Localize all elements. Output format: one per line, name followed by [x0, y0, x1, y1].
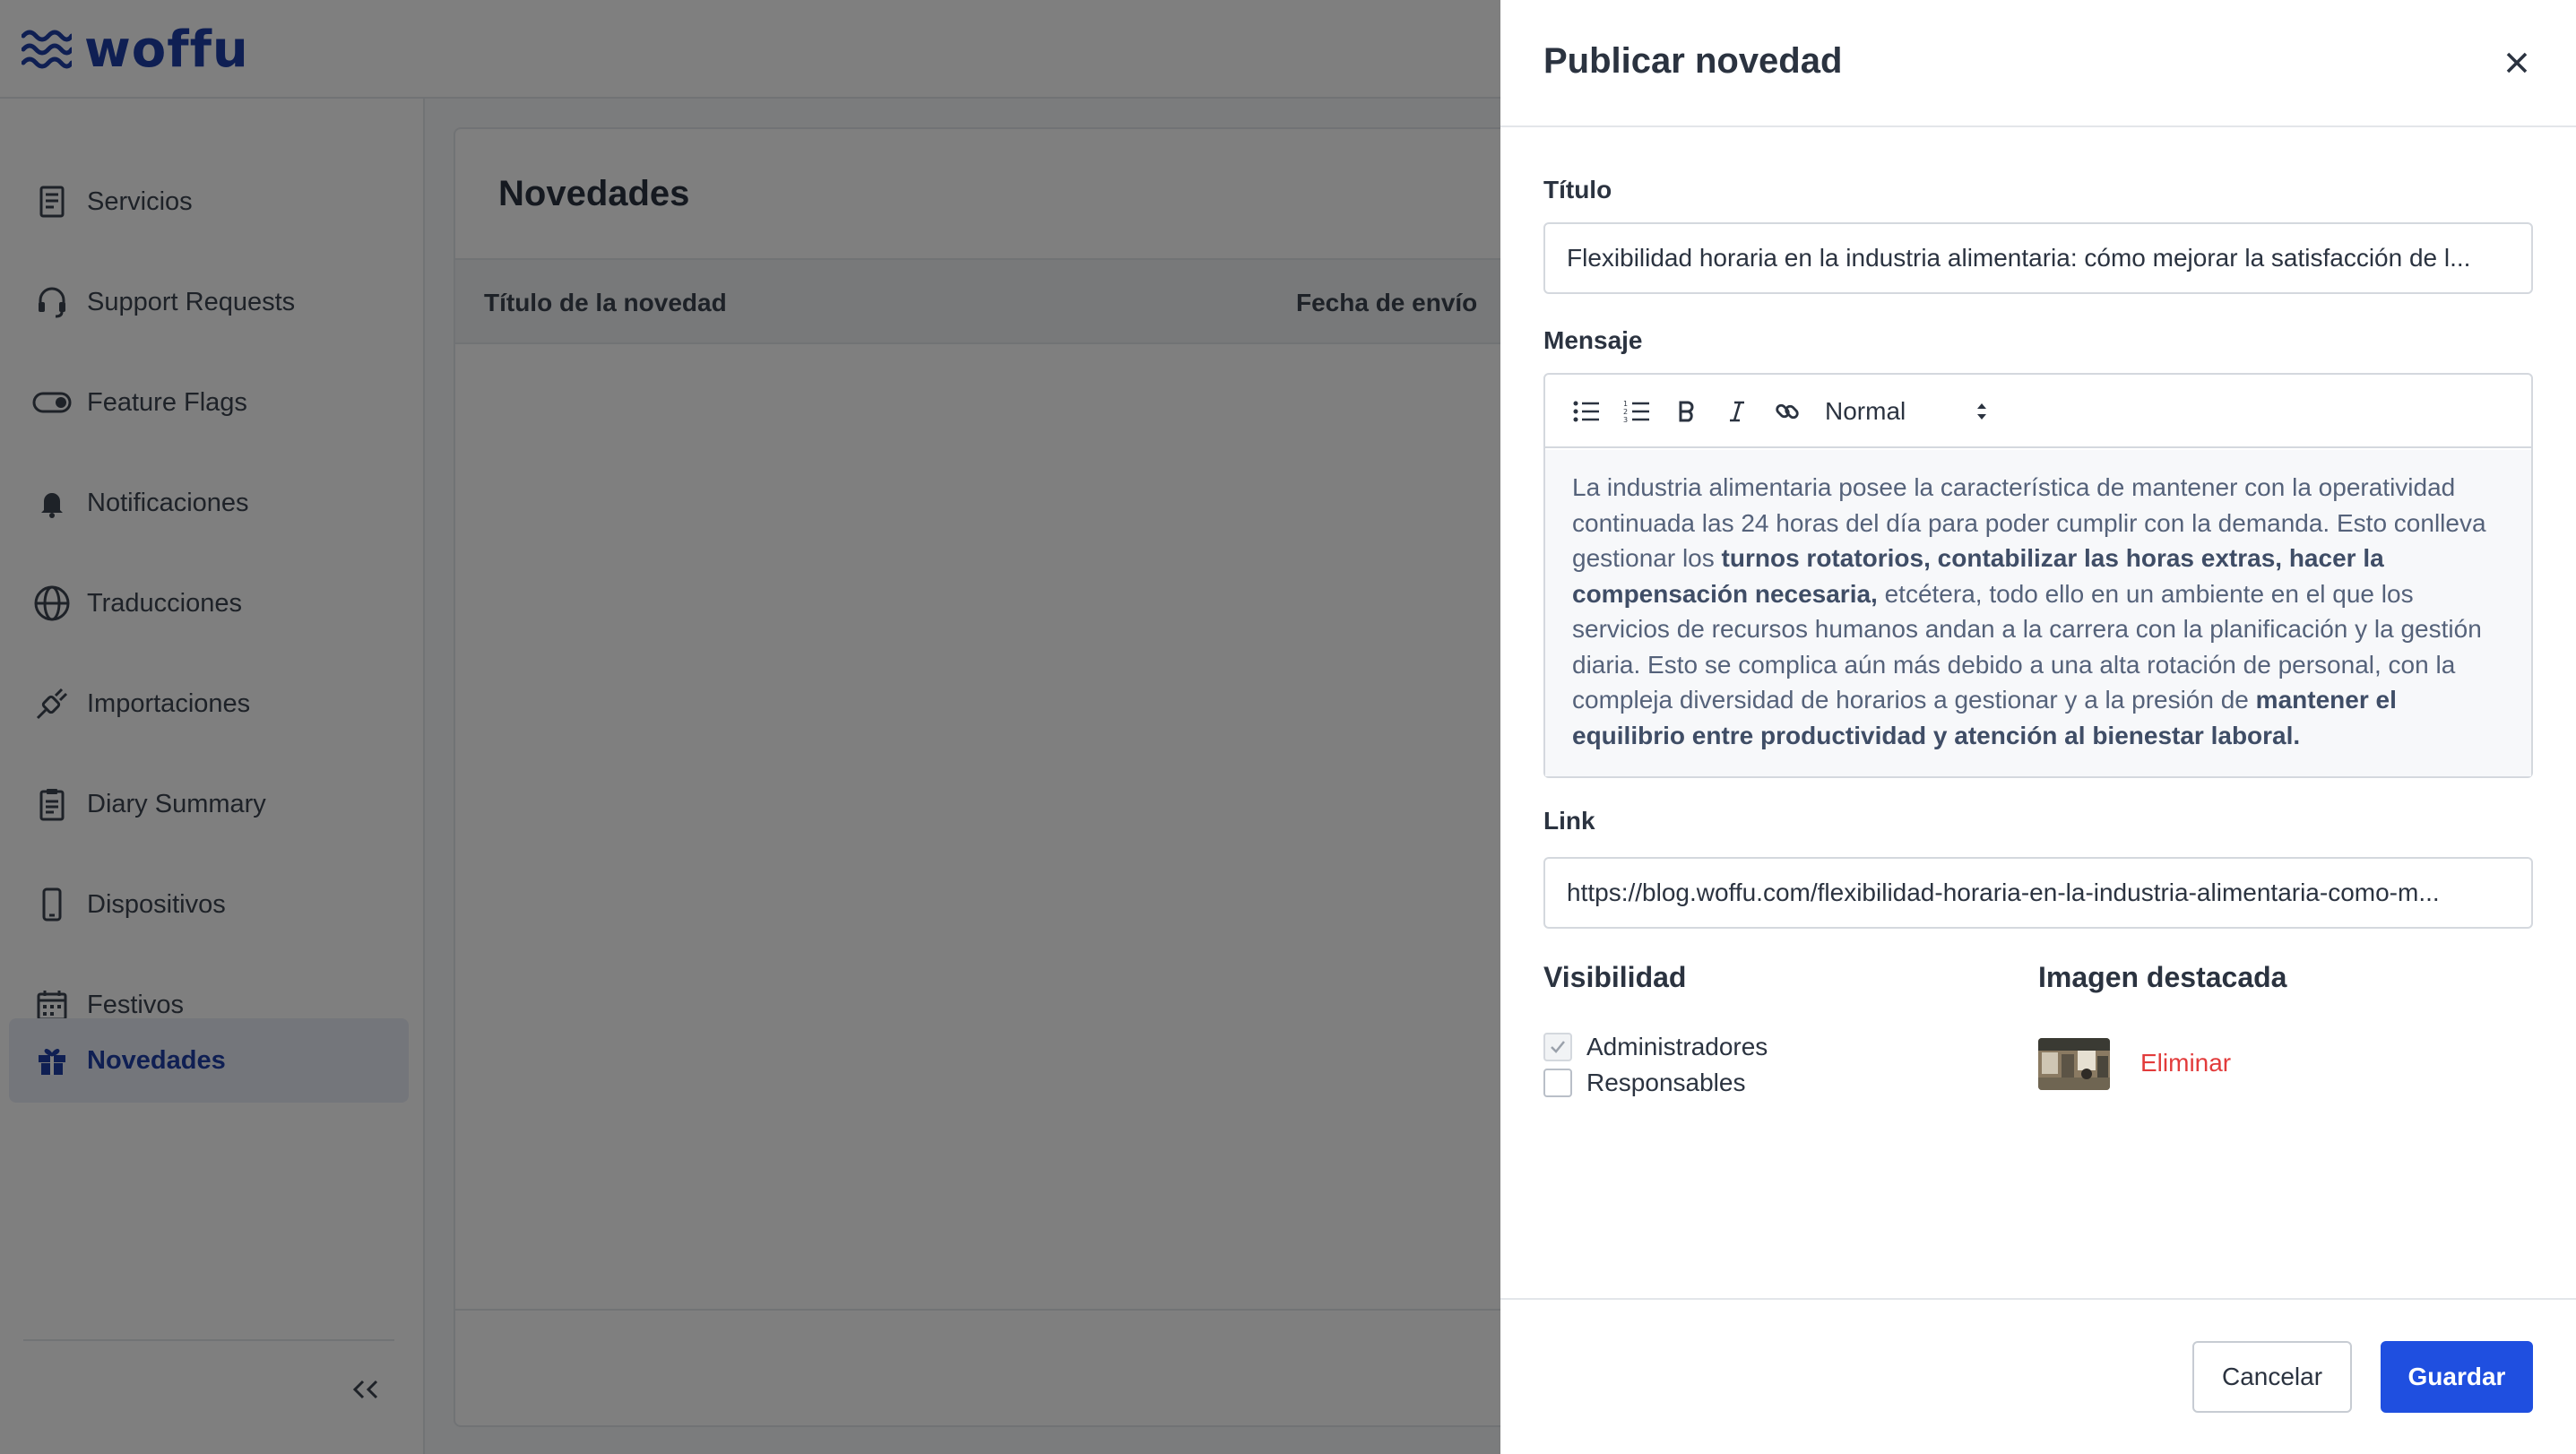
close-icon	[2506, 52, 2528, 74]
message-editor: 123 Normal La industria alimentaria pose…	[1543, 373, 2533, 778]
visibility-label: Visibilidad	[1543, 961, 1687, 993]
editor-toolbar: 123 Normal	[1545, 375, 2531, 448]
featured-image-label: Imagen destacada	[2038, 961, 2287, 993]
close-button[interactable]	[2495, 41, 2538, 84]
title-field-label: Título	[1543, 176, 1612, 203]
italic-button[interactable]	[1719, 394, 1755, 429]
publish-news-drawer: Publicar novedad Título Mensaje 123	[1500, 0, 2576, 1454]
cancel-button[interactable]: Cancelar	[2192, 1341, 2352, 1413]
title-input[interactable]	[1543, 222, 2533, 294]
checkbox-label: Administradores	[1586, 1033, 1768, 1060]
text-format-select[interactable]: Normal	[1825, 391, 1995, 432]
link-input[interactable]	[1543, 857, 2533, 929]
text-format-value: Normal	[1825, 397, 1906, 425]
checkbox-administradores[interactable]	[1543, 1033, 1572, 1061]
visibility-option-responsables[interactable]: Responsables	[1543, 1067, 1745, 1099]
select-arrows-icon	[1977, 403, 1986, 420]
ordered-list-button[interactable]: 123	[1619, 394, 1655, 429]
italic-icon	[1730, 401, 1744, 422]
checkbox-responsables[interactable]	[1543, 1069, 1572, 1097]
save-button[interactable]: Guardar	[2381, 1341, 2533, 1413]
message-field-label: Mensaje	[1543, 326, 1643, 354]
featured-image-thumbnail	[2038, 1038, 2110, 1090]
link-field-label: Link	[1543, 807, 1595, 835]
visibility-option-administradores[interactable]: Administradores	[1543, 1031, 1768, 1063]
message-body[interactable]: La industria alimentaria posee la caract…	[1545, 450, 2531, 776]
link-icon	[1776, 403, 1799, 420]
checkbox-label: Responsables	[1586, 1069, 1746, 1096]
bold-icon	[1679, 401, 1694, 422]
check-icon	[1551, 1041, 1565, 1053]
bold-button[interactable]	[1669, 394, 1705, 429]
bullet-list-button[interactable]	[1569, 394, 1604, 429]
remove-image-link[interactable]: Eliminar	[2140, 1049, 2231, 1078]
drawer-header: Publicar novedad	[1500, 0, 2576, 127]
bullet-list-icon	[1573, 401, 1599, 422]
ordered-list-icon: 123	[1623, 400, 1649, 424]
drawer-footer-divider	[1500, 1298, 2576, 1300]
svg-text:1: 1	[1623, 400, 1628, 408]
svg-text:2: 2	[1623, 408, 1628, 416]
link-button[interactable]	[1769, 394, 1805, 429]
svg-text:3: 3	[1623, 416, 1628, 424]
drawer-title: Publicar novedad	[1543, 41, 1843, 81]
